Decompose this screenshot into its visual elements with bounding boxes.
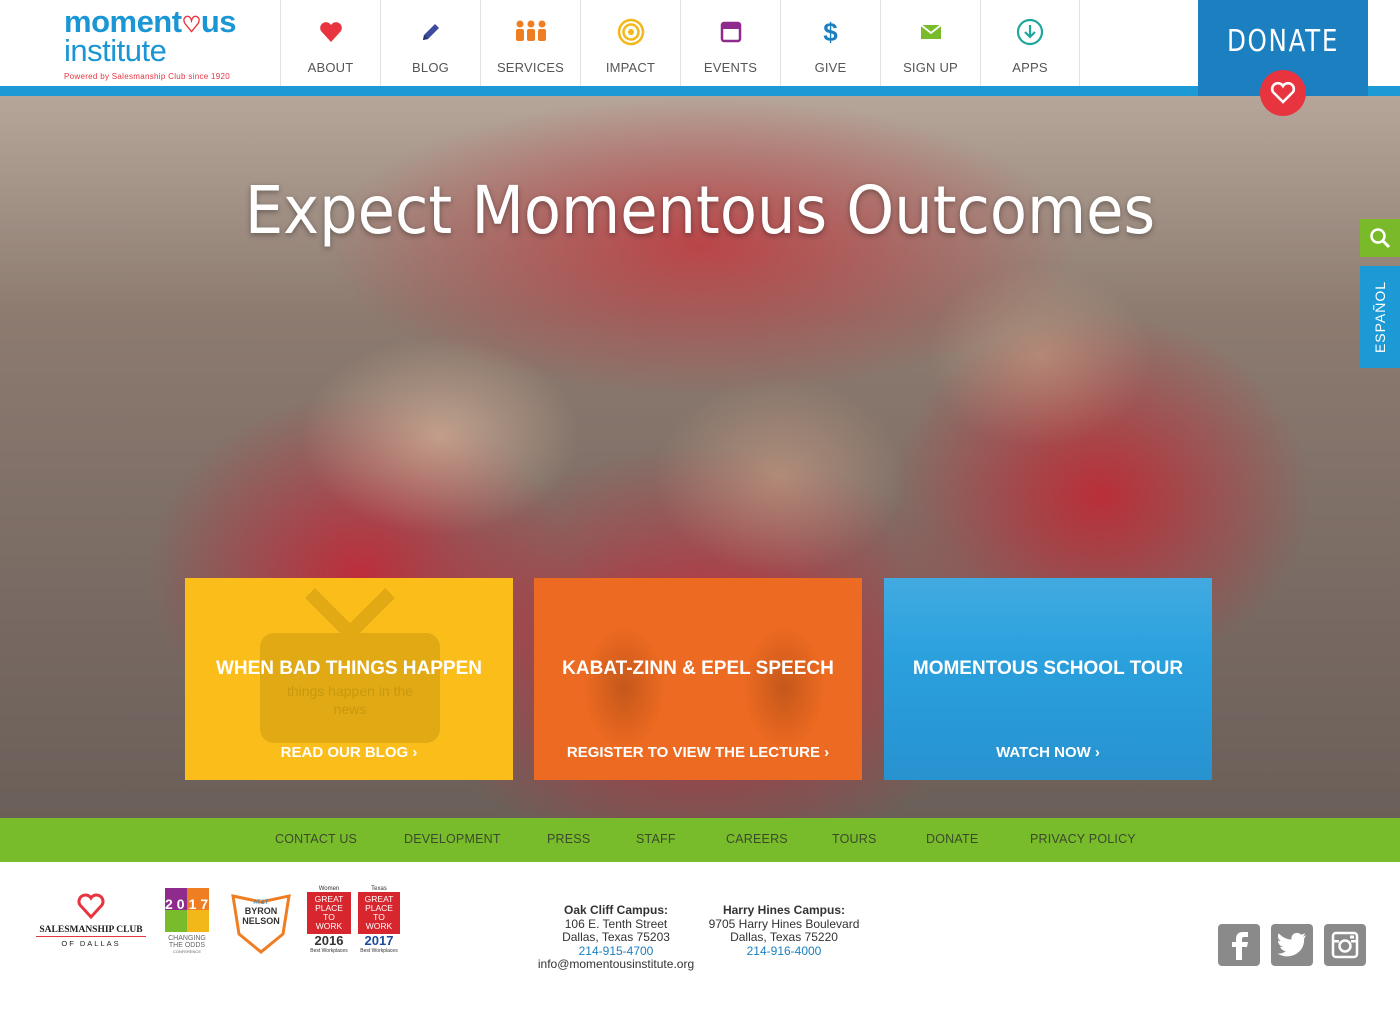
nav-label: APPS	[1012, 60, 1048, 75]
gptw-texas-year: 2017	[364, 933, 394, 948]
twitter-link[interactable]	[1271, 924, 1313, 966]
footer-nav: CONTACT US DEVELOPMENT PRESS STAFF CAREE…	[0, 818, 1400, 862]
search-button[interactable]	[1360, 219, 1400, 257]
changing-line-2: THE ODDS	[168, 942, 206, 949]
heart-icon	[319, 22, 342, 42]
nav-item-events[interactable]: EVENTS	[680, 0, 780, 86]
card-title: MOMENTOUS SCHOOL TOUR	[912, 658, 1184, 679]
logo-heart-icon: ♡	[181, 12, 202, 37]
header-accent-bar	[0, 86, 1400, 96]
facebook-link[interactable]	[1218, 924, 1260, 966]
campus-city: Dallas, Texas 75220	[730, 930, 838, 944]
target-icon	[617, 18, 644, 46]
salesmanship-club-logo[interactable]: SALESMANSHIP CLUB OF DALLAS	[36, 892, 146, 952]
changing-year: 2017	[165, 896, 213, 912]
main-nav: ABOUT BLOG SERVICES IMPACT EVENTS $ GIVE…	[280, 0, 1080, 86]
campus-street: 106 E. Tenth Street	[564, 916, 668, 931]
footer-link-privacy-policy[interactable]: PRIVACY POLICY	[1030, 832, 1136, 846]
donate-label: DONATE	[1226, 24, 1340, 59]
changing-the-odds-logo[interactable]: 2017 CHANGING THE ODDS CONFERENCE	[165, 888, 209, 958]
instagram-link[interactable]	[1324, 924, 1366, 966]
footer-link-donate[interactable]: DONATE	[926, 832, 978, 846]
nav-item-services[interactable]: SERVICES	[480, 0, 580, 86]
nav-label: EVENTS	[703, 60, 758, 75]
nav-item-give[interactable]: $ GIVE	[780, 0, 880, 86]
gptw-texas-text: GREAT PLACE TO WORK	[358, 892, 400, 934]
gptw-women-year: 2016	[314, 933, 344, 948]
footer-link-press[interactable]: PRESS	[547, 832, 590, 846]
facebook-icon	[1232, 932, 1248, 960]
logo-tagline: Powered by Salesmanship Club since 1920	[64, 72, 231, 81]
card-link[interactable]: WATCH NOW ›	[884, 744, 1212, 761]
campus-name: Oak Cliff Campus:	[563, 903, 668, 917]
gptw-women-sub: Best Workplaces	[310, 948, 348, 954]
footer-link-tours[interactable]: TOURS	[832, 832, 877, 846]
byron-line-2: BYRON	[244, 906, 278, 916]
footer-link-staff[interactable]: STAFF	[636, 832, 676, 846]
nav-item-apps[interactable]: APPS	[980, 0, 1080, 86]
heart-icon	[77, 893, 105, 920]
espanol-button[interactable]: ESPAÑOL	[1360, 266, 1400, 368]
envelope-icon	[919, 24, 942, 39]
nav-label: BLOG	[412, 60, 449, 75]
footer-link-careers[interactable]: CAREERS	[726, 832, 788, 846]
harry-hines-address: Harry Hines Campus: 9705 Harry Hines Bou…	[700, 903, 868, 959]
nav-label: IMPACT	[605, 60, 656, 75]
hero-banner: Expect Momentous Outcomes WHEN BAD THING…	[0, 96, 1400, 818]
site-header: moment♡us institute Powered by Salesmans…	[0, 0, 1400, 86]
espanol-label: ESPAÑOL	[1372, 280, 1388, 354]
people-icon	[515, 20, 546, 41]
great-place-to-work-2016-logo[interactable]: Women GREAT PLACE TO WORK 2016 Best Work…	[307, 886, 351, 958]
byron-line-3: NELSON	[242, 916, 280, 926]
salesmanship-line-2: OF DALLAS	[61, 939, 121, 948]
card-link[interactable]: READ OUR BLOG ›	[185, 744, 513, 761]
nav-label: SIGN UP	[903, 60, 958, 75]
calendar-icon	[720, 21, 741, 43]
card-title: KABAT-ZINN & EPEL SPEECH	[562, 658, 834, 679]
campus-city: Dallas, Texas 75203	[562, 930, 670, 944]
momentous-institute-logo[interactable]: moment♡us institute Powered by Salesmans…	[64, 6, 264, 81]
gptw-texas-sub: Best Workplaces	[360, 948, 398, 954]
changing-line-3: CONFERENCE	[172, 949, 201, 954]
oak-cliff-address: Oak Cliff Campus: 106 E. Tenth Street Da…	[530, 903, 702, 972]
nav-label: SERVICES	[496, 60, 565, 75]
footer-link-contact-us[interactable]: CONTACT US	[275, 832, 357, 846]
nav-item-sign-up[interactable]: SIGN UP	[880, 0, 980, 86]
nav-label: ABOUT	[307, 60, 354, 75]
site-footer: SALESMANSHIP CLUB OF DALLAS 2017 CHANGIN…	[0, 862, 1400, 1016]
instagram-icon	[1331, 931, 1359, 959]
changing-line-1: CHANGING	[168, 935, 206, 942]
nav-label: GIVE	[814, 60, 847, 75]
hero-title: Expect Momentous Outcomes	[244, 172, 1156, 249]
pencil-icon	[422, 24, 439, 40]
card-bad-things[interactable]: WHEN BAD THINGS HAPPEN things happen in …	[185, 578, 513, 780]
logo-line-2: institute	[64, 33, 167, 68]
twitter-icon	[1277, 932, 1306, 957]
card-title: WHEN BAD THINGS HAPPEN	[215, 658, 482, 679]
campus-phone[interactable]: 214-915-4700	[530, 944, 702, 959]
donate-heart-icon[interactable]	[1260, 70, 1306, 116]
card-overlay-text: things happen in the news	[286, 683, 414, 717]
card-link[interactable]: REGISTER TO VIEW THE LECTURE ›	[534, 744, 862, 761]
card-school-tour[interactable]: MOMENTOUS SCHOOL TOUR WATCH NOW ›	[884, 578, 1212, 780]
search-icon	[1370, 228, 1391, 249]
footer-link-development[interactable]: DEVELOPMENT	[404, 832, 501, 846]
nav-item-blog[interactable]: BLOG	[380, 0, 480, 86]
nav-item-about[interactable]: ABOUT	[280, 0, 380, 86]
contact-email[interactable]: info@momentousinstitute.org	[530, 957, 702, 972]
campus-name: Harry Hines Campus:	[722, 903, 846, 917]
dollar-icon: $	[823, 16, 838, 47]
campus-phone[interactable]: 214-916-4000	[700, 944, 868, 959]
great-place-to-work-2017-logo[interactable]: Texas GREAT PLACE TO WORK 2017 Best Work…	[358, 886, 400, 958]
card-kabat-zinn[interactable]: KABAT-ZINN & EPEL SPEECH REGISTER TO VIE…	[534, 578, 862, 780]
byron-nelson-logo[interactable]: AT&T BYRON NELSON	[231, 894, 291, 954]
nav-item-impact[interactable]: IMPACT	[580, 0, 680, 86]
download-icon	[1016, 18, 1044, 46]
gptw-women-text: GREAT PLACE TO WORK	[307, 892, 351, 934]
salesmanship-line-1: SALESMANSHIP CLUB	[36, 925, 146, 937]
campus-street: 9705 Harry Hines Boulevard	[708, 916, 860, 931]
